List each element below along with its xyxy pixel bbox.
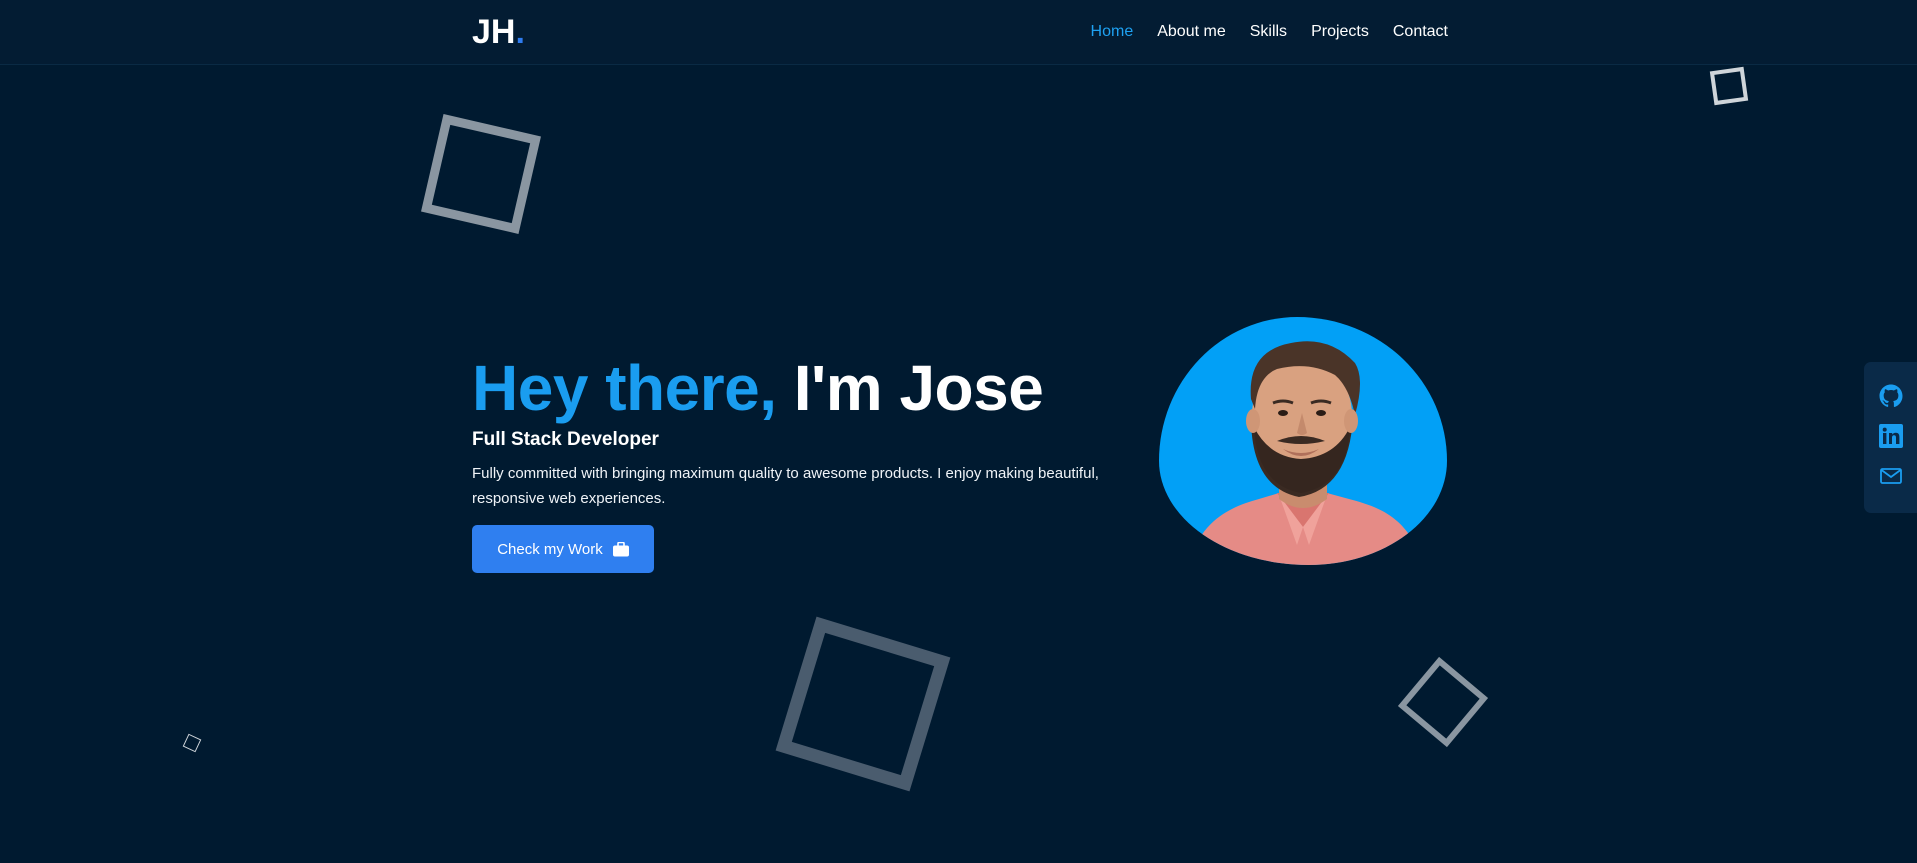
check-my-work-button[interactable]: Check my Work bbox=[472, 525, 654, 573]
hero-title-rest: I'm Jose bbox=[776, 352, 1044, 424]
nav-projects[interactable]: Projects bbox=[1311, 22, 1369, 42]
site-header: JH. Home About me Skills Projects Contac… bbox=[0, 0, 1917, 65]
nav-home[interactable]: Home bbox=[1091, 22, 1134, 42]
decorative-square bbox=[1397, 656, 1489, 748]
github-icon[interactable] bbox=[1879, 384, 1903, 408]
briefcase-icon bbox=[612, 541, 629, 557]
hero-role: Full Stack Developer bbox=[472, 429, 659, 450]
logo-text: JH bbox=[472, 13, 516, 51]
decorative-square bbox=[182, 733, 202, 753]
logo-dot: . bbox=[515, 13, 525, 51]
linkedin-icon[interactable] bbox=[1879, 424, 1903, 448]
nav-contact[interactable]: Contact bbox=[1393, 22, 1448, 42]
nav-skills[interactable]: Skills bbox=[1250, 22, 1287, 42]
decorative-square bbox=[1709, 66, 1749, 106]
logo[interactable]: JH. bbox=[472, 12, 525, 52]
social-links bbox=[1864, 362, 1917, 513]
hero-title-highlight: Hey there, bbox=[472, 352, 777, 424]
hero-description: Fully committed with bringing maximum qu… bbox=[472, 465, 1099, 507]
main-nav: Home About me Skills Projects Contact bbox=[1091, 22, 1448, 42]
page: JH. Home About me Skills Projects Contac… bbox=[0, 0, 1917, 863]
hero-title: Hey there, I'm Jose bbox=[472, 350, 1044, 426]
cta-label: Check my Work bbox=[497, 540, 603, 558]
nav-about-me[interactable]: About me bbox=[1157, 22, 1225, 42]
decorative-square bbox=[775, 616, 951, 792]
profile-photo bbox=[1159, 317, 1447, 565]
decorative-square bbox=[421, 114, 541, 234]
mail-icon[interactable] bbox=[1879, 464, 1903, 488]
